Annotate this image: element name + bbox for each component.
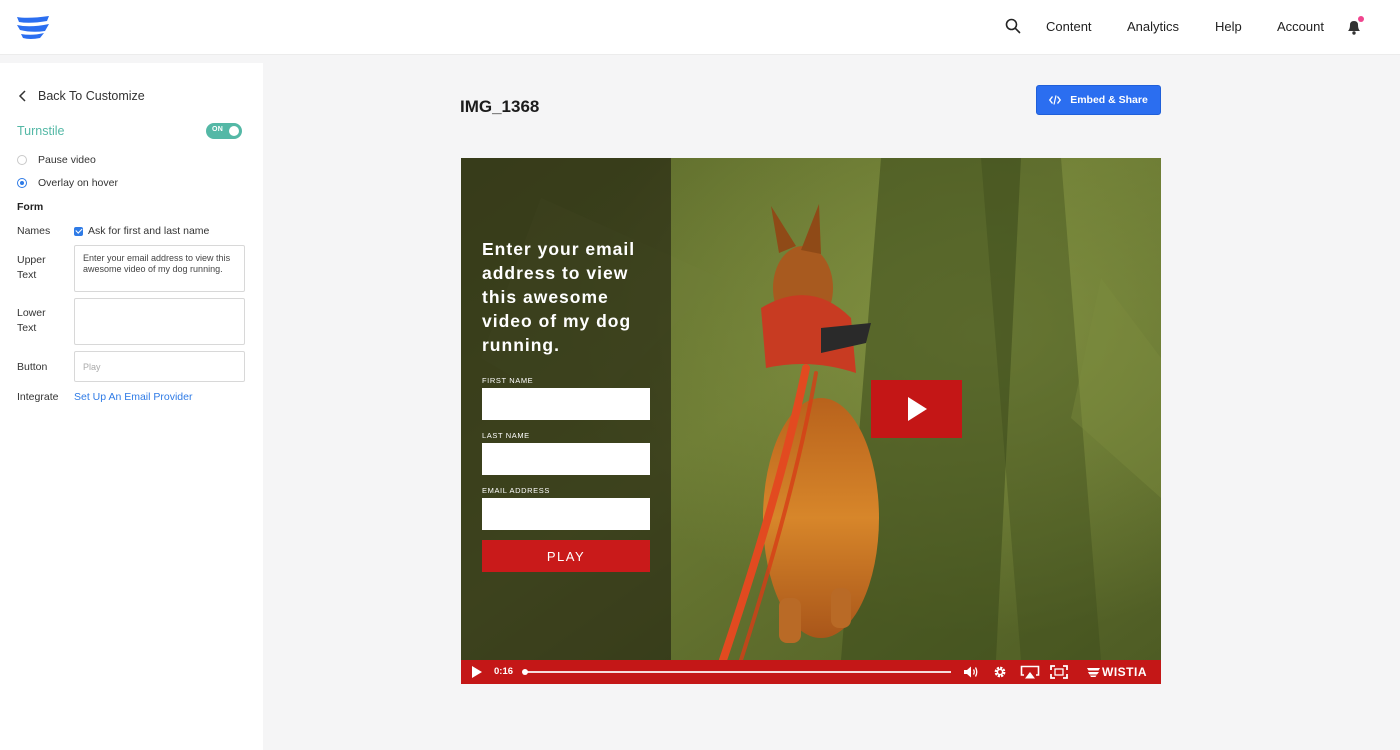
form-section-heading: Form — [17, 201, 44, 213]
last-name-label: LAST NAME — [482, 431, 530, 440]
radio-label: Pause video — [38, 154, 96, 166]
top-nav: Content Analytics Help Account — [0, 0, 1400, 55]
progress-handle[interactable] — [522, 669, 528, 675]
radio-button[interactable] — [17, 178, 27, 188]
turnstile-toggle[interactable]: ON — [206, 123, 242, 139]
volume-icon[interactable] — [963, 665, 979, 679]
turnstile-overlay: Enter your email address to view this aw… — [461, 158, 671, 660]
last-name-input[interactable] — [482, 443, 650, 475]
button-text-label: Button — [17, 361, 48, 373]
back-to-customize-link[interactable]: Back To Customize — [18, 89, 145, 103]
nav-analytics-link[interactable]: Analytics — [1127, 19, 1179, 34]
upper-text-field[interactable] — [74, 245, 245, 292]
lower-text-field[interactable] — [74, 298, 245, 345]
ask-names-checkbox-row[interactable]: Ask for first and last name — [74, 225, 209, 237]
embed-share-button[interactable]: Embed & Share — [1036, 85, 1161, 115]
first-name-label: FIRST NAME — [482, 376, 534, 385]
nav-account-link[interactable]: Account — [1277, 19, 1324, 34]
settings-gear-icon[interactable] — [993, 665, 1007, 679]
play-control-icon[interactable] — [471, 666, 482, 678]
notification-dot — [1358, 16, 1364, 22]
code-icon — [1049, 95, 1062, 105]
customize-sidebar: Back To Customize Turnstile ON Pause vid… — [0, 63, 263, 750]
video-title: IMG_1368 — [460, 97, 540, 116]
integrate-label: Integrate — [17, 391, 59, 403]
nav-content-link[interactable]: Content — [1046, 19, 1092, 34]
fullscreen-icon[interactable] — [1050, 665, 1068, 679]
big-play-button[interactable] — [871, 380, 962, 438]
turnstile-play-button[interactable]: PLAY — [482, 540, 650, 572]
toggle-state-text: ON — [212, 126, 224, 133]
search-icon[interactable] — [1004, 17, 1022, 35]
wistia-logo-icon — [1087, 668, 1100, 677]
button-text-field[interactable] — [74, 351, 245, 382]
radio-label: Overlay on hover — [38, 177, 118, 189]
player-controls: 0:16 WISTIA — [461, 660, 1161, 684]
lower-text-label: Lower Text — [17, 307, 46, 334]
turnstile-label: Turnstile — [17, 124, 65, 138]
upper-text-label: Upper Text — [17, 254, 46, 281]
radio-button[interactable] — [17, 155, 27, 165]
airplay-icon[interactable] — [1020, 665, 1040, 679]
progress-bar[interactable] — [524, 671, 951, 673]
nav-help-link[interactable]: Help — [1215, 19, 1242, 34]
current-time: 0:16 — [494, 666, 514, 677]
email-address-input[interactable] — [482, 498, 650, 530]
first-name-input[interactable] — [482, 388, 650, 420]
wistia-brand-text: WISTIA — [1102, 665, 1147, 679]
email-provider-link[interactable]: Set Up An Email Provider — [74, 391, 192, 403]
checkbox-label: Ask for first and last name — [88, 225, 210, 237]
video-player[interactable]: Enter your email address to view this aw… — [461, 158, 1161, 684]
names-label: Names — [17, 225, 51, 237]
chevron-left-icon — [18, 90, 26, 102]
toggle-knob — [229, 126, 239, 136]
turnstile-upper-text: Enter your email address to view this aw… — [482, 239, 636, 355]
wistia-brand-link[interactable]: WISTIA — [1087, 665, 1147, 679]
back-link-label: Back To Customize — [38, 89, 145, 103]
play-icon — [907, 397, 927, 421]
email-address-label: EMAIL ADDRESS — [482, 486, 550, 495]
embed-share-label: Embed & Share — [1070, 94, 1148, 106]
bell-icon[interactable] — [1344, 16, 1366, 38]
wistia-logo-icon[interactable] — [16, 14, 50, 40]
radio-pause-video[interactable]: Pause video — [17, 154, 96, 166]
checkbox[interactable] — [74, 226, 83, 236]
radio-overlay-on-hover[interactable]: Overlay on hover — [17, 177, 118, 189]
